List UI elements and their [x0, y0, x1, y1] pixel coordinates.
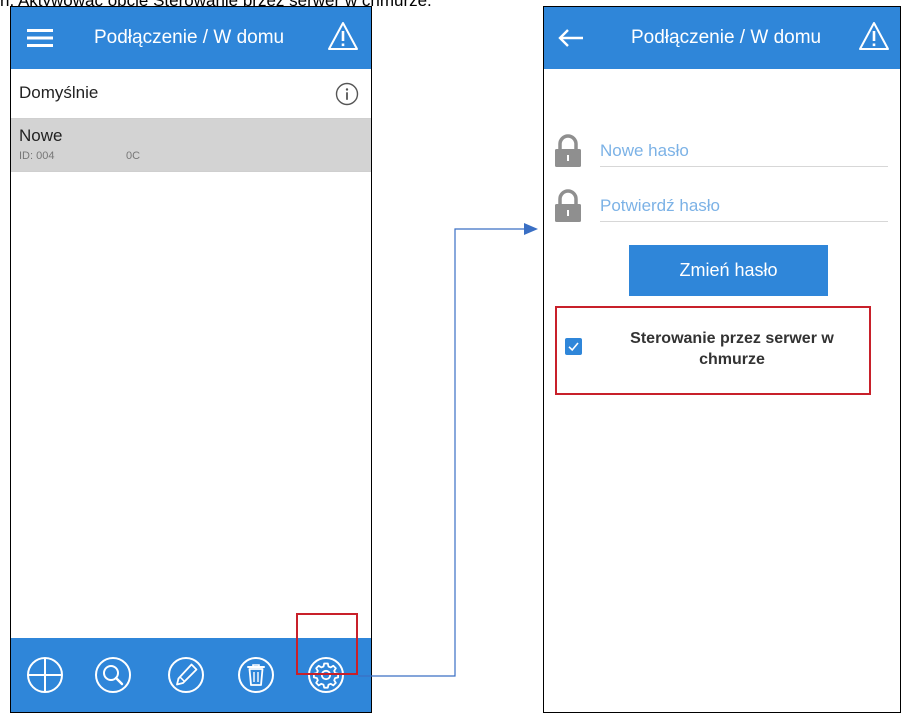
phone-screen-settings: Podłączenie / W domu Zmień hasło Sterowa… — [543, 6, 901, 713]
warning-triangle-icon[interactable] — [327, 21, 359, 51]
edit-button[interactable] — [156, 638, 216, 712]
add-button[interactable] — [15, 638, 75, 712]
confirm-password-field — [554, 189, 888, 225]
new-password-field — [554, 134, 888, 170]
phone-screen-connections: Podłączenie / W domu Domyślnie Nowe ID: … — [10, 6, 372, 713]
list-item-label: Nowe — [19, 126, 63, 145]
search-button[interactable] — [83, 638, 143, 712]
search-icon — [95, 657, 131, 693]
app-bar-title: Podłączenie / W domu — [94, 27, 285, 48]
app-bar: Podłączenie / W domu — [544, 7, 900, 69]
lock-icon — [555, 134, 581, 167]
change-password-button[interactable]: Zmień hasło — [629, 245, 828, 296]
device-id-text: ID: 004 0C — [19, 150, 141, 162]
app-bar: Podłączenie / W domu — [11, 7, 371, 69]
document-page: n. Aktywować opcję Sterowanie przez serw… — [0, 0, 901, 713]
list-item-new[interactable]: Nowe ID: 004 0C — [11, 119, 371, 172]
list-item-label: Domyślnie — [19, 83, 99, 102]
lock-icon — [555, 189, 581, 222]
info-circle-icon[interactable] — [335, 82, 359, 106]
cloud-control-highlight-box — [555, 306, 871, 395]
hamburger-menu-icon[interactable] — [27, 27, 53, 49]
delete-button[interactable] — [226, 638, 286, 712]
settings-highlight-box — [296, 613, 358, 675]
warning-triangle-icon[interactable] — [858, 21, 890, 51]
back-arrow-icon[interactable] — [556, 25, 586, 51]
new-password-input[interactable] — [600, 136, 888, 167]
app-bar-title: Podłączenie / W domu — [631, 27, 822, 48]
confirm-password-input[interactable] — [600, 191, 888, 222]
list-item-default[interactable]: Domyślnie — [11, 69, 371, 119]
edit-pencil-icon — [168, 657, 204, 693]
trash-icon — [238, 657, 274, 693]
add-circle-icon — [27, 657, 63, 693]
